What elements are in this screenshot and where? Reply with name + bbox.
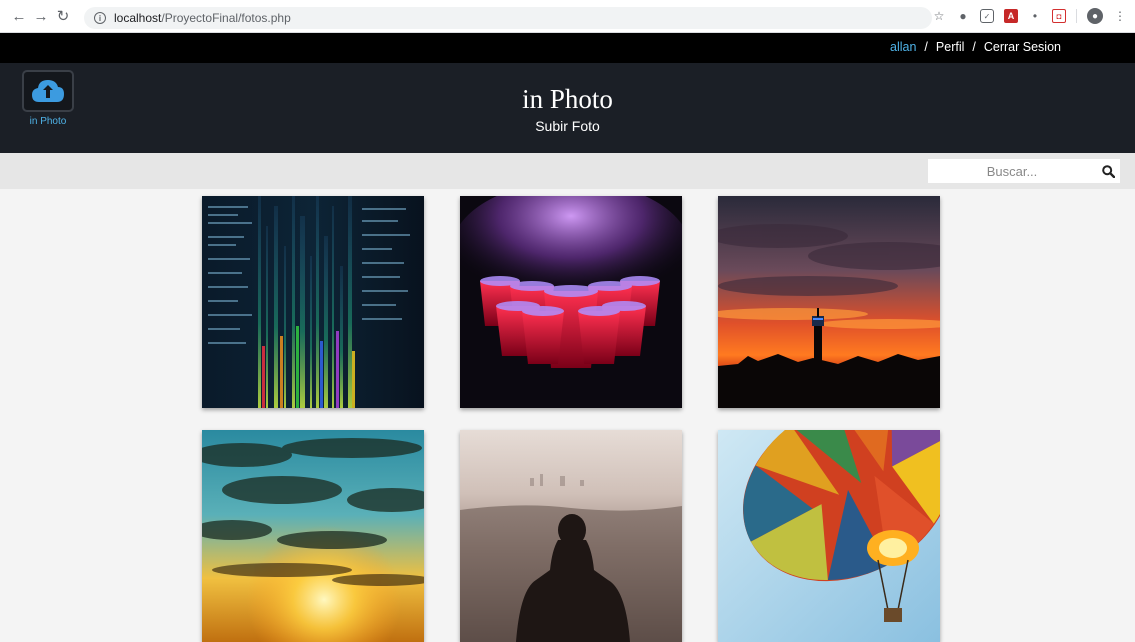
photo-card[interactable] xyxy=(460,430,682,642)
hot-air-balloon-image xyxy=(718,430,940,642)
lightbulb-icon[interactable]: ● xyxy=(956,9,970,23)
url-host: localhost xyxy=(114,11,162,25)
photo-card[interactable] xyxy=(202,430,424,642)
toolbar-divider xyxy=(1076,9,1077,23)
separator: / xyxy=(972,40,976,54)
username-link[interactable]: allan xyxy=(890,40,916,54)
page-title: in Photo xyxy=(522,84,613,114)
menu-dots-icon[interactable]: ⋮ xyxy=(1113,9,1127,23)
search-bar xyxy=(0,153,1135,189)
profile-link[interactable]: Perfil xyxy=(936,40,964,54)
url-text: localhost/ProyectoFinal/fotos.php xyxy=(114,11,291,25)
search-button[interactable] xyxy=(1096,159,1120,183)
dot-extension-icon[interactable]: • xyxy=(1028,9,1042,23)
account-icon[interactable]: ● xyxy=(1087,8,1103,24)
forward-icon[interactable]: → xyxy=(30,5,52,27)
sunset-tower-image xyxy=(718,196,940,408)
browser-toolbar: ← → ↻ i localhost/ProyectoFinal/fotos.ph… xyxy=(0,0,1135,33)
address-bar[interactable]: i localhost/ProyectoFinal/fotos.php xyxy=(84,7,932,29)
extensions-bar: ☆ ● ✓ A • ◘ ● ⋮ xyxy=(932,8,1127,24)
ublock-icon[interactable]: ◘ xyxy=(1052,9,1066,23)
person-city-image xyxy=(460,430,682,642)
star-icon[interactable]: ☆ xyxy=(932,9,946,23)
search-input[interactable] xyxy=(928,159,1096,183)
pdf-icon[interactable]: A xyxy=(1004,9,1018,23)
photo-card[interactable] xyxy=(460,196,682,408)
photo-card[interactable] xyxy=(718,430,940,642)
logout-link[interactable]: Cerrar Sesion xyxy=(984,40,1061,54)
user-links: allan / Perfil / Cerrar Sesion xyxy=(890,40,1061,54)
photo-card[interactable] xyxy=(718,196,940,408)
separator: / xyxy=(924,40,928,54)
url-path: /ProyectoFinal/fotos.php xyxy=(161,11,291,25)
upload-photo-link[interactable]: Subir Foto xyxy=(0,118,1135,134)
reload-icon[interactable]: ↻ xyxy=(52,5,74,27)
sun-clouds-image xyxy=(202,430,424,642)
user-bar: allan / Perfil / Cerrar Sesion xyxy=(0,33,1135,63)
code-matrix-image xyxy=(202,196,424,408)
pocket-icon[interactable]: ✓ xyxy=(980,9,994,23)
search-icon xyxy=(1101,164,1115,178)
info-icon[interactable]: i xyxy=(94,12,106,24)
red-cups-smoke-image xyxy=(460,196,682,408)
back-icon[interactable]: ← xyxy=(8,5,30,27)
photo-card[interactable] xyxy=(202,196,424,408)
site-header: in Photo in Photo Subir Foto xyxy=(0,63,1135,153)
